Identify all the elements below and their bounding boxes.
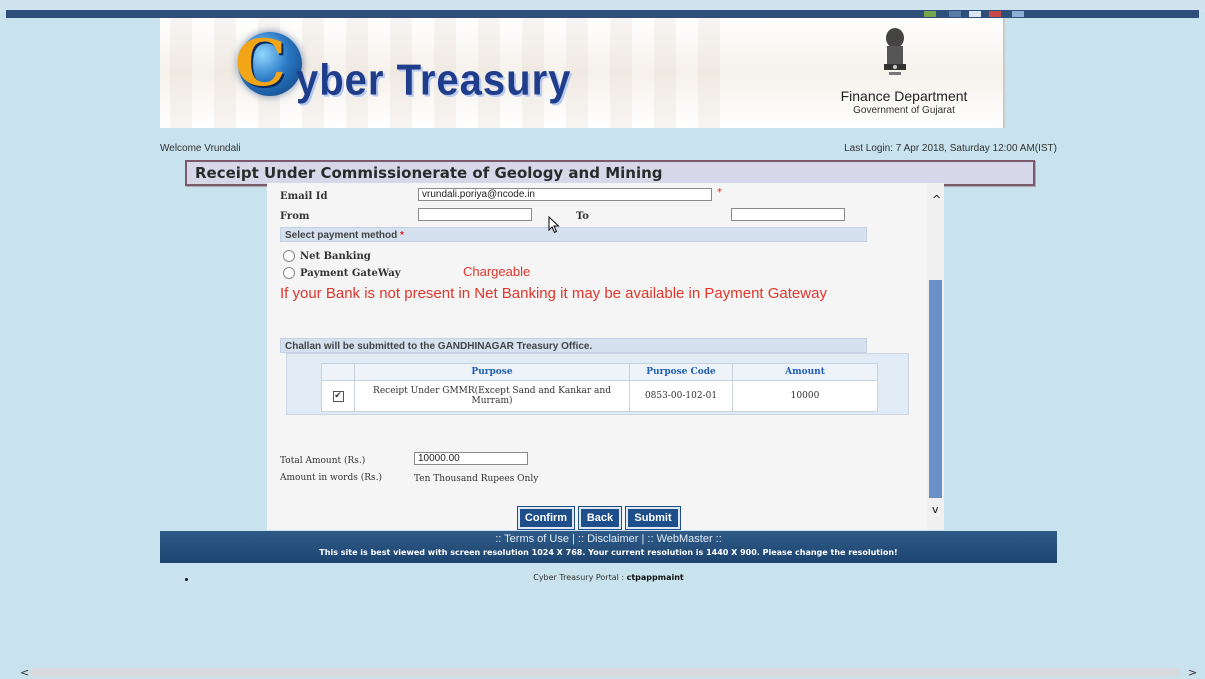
national-emblem-icon [884, 28, 906, 75]
payment-gateway-radio[interactable] [283, 267, 295, 279]
portal-server: ctpappmaint [626, 573, 684, 582]
amount-in-words-value: Ten Thousand Rupees Only [414, 474, 539, 484]
submit-button[interactable]: Submit [625, 506, 681, 530]
payment-gateway-label[interactable]: Payment GateWay [300, 268, 401, 279]
horizontal-scrollbar[interactable] [30, 668, 1180, 677]
select-column-header [321, 363, 355, 381]
site-title: yber Treasury [296, 55, 572, 105]
purpose-code-column-header: Purpose Code [629, 363, 733, 381]
purpose-code-cell: 0853-00-102-01 [629, 380, 733, 412]
mouse-cursor-icon [548, 216, 560, 234]
amount-cell: 10000 [732, 380, 878, 412]
amount-in-words-label: Amount in words (Rs.) [280, 473, 383, 483]
flag-icon [1012, 11, 1024, 17]
flag-icon [949, 11, 961, 17]
from-label: From [280, 211, 310, 222]
email-field[interactable] [418, 188, 712, 201]
row-checkbox[interactable]: ✔ [332, 390, 344, 402]
flag-icon [989, 11, 1001, 17]
footer: :: Terms of Use | :: Disclaimer | :: Web… [160, 531, 1057, 563]
page-title: Receipt Under Commissionerate of Geology… [195, 164, 663, 182]
session-bar: Welcome Vrundali Last Login: 7 Apr 2018,… [160, 143, 1057, 155]
total-amount-label: Total Amount (Rs.) [280, 456, 366, 466]
net-banking-label[interactable]: Net Banking [300, 251, 371, 262]
total-amount-field[interactable] [414, 452, 528, 465]
row-checkbox-cell: ✔ [321, 380, 355, 412]
resolution-note: This site is best viewed with screen res… [319, 548, 898, 557]
scroll-down-icon[interactable]: v [932, 503, 939, 516]
chargeable-note: Chargeable [463, 264, 531, 279]
email-label: Email Id [280, 191, 328, 202]
flag-icon [924, 11, 936, 17]
portal-info: Cyber Treasury Portal : ctpappmaint [160, 573, 1057, 582]
back-button[interactable]: Back [578, 506, 622, 530]
net-banking-radio[interactable] [283, 250, 295, 262]
bank-availability-message: If your Bank is not present in Net Banki… [280, 285, 827, 302]
footer-links[interactable]: :: Terms of Use | :: Disclaimer | :: Web… [160, 533, 1057, 545]
required-marker: * [717, 187, 722, 198]
vertical-scroll-thumb[interactable] [929, 280, 942, 498]
purpose-cell: Receipt Under GMMR(Except Sand and Kanka… [354, 380, 630, 412]
amount-column-header: Amount [732, 363, 878, 381]
government-name: Government of Gujarat [853, 105, 955, 116]
scroll-left-icon[interactable]: < [20, 666, 29, 679]
from-date-field[interactable] [418, 208, 532, 221]
required-marker: * [400, 230, 404, 241]
last-login-text: Last Login: 7 Apr 2018, Saturday 12:00 A… [844, 143, 1057, 154]
logo-initial: C [235, 26, 286, 101]
department-name: Finance Department [840, 88, 968, 104]
purpose-column-header: Purpose [354, 363, 630, 381]
welcome-text: Welcome Vrundali [160, 143, 241, 154]
to-date-field[interactable] [731, 208, 845, 221]
scroll-right-icon[interactable]: > [1188, 666, 1197, 679]
challan-note: Challan will be submitted to the GANDHIN… [280, 338, 867, 353]
purpose-table: Purpose Purpose Code Amount ✔ Receipt Un… [321, 363, 878, 412]
payment-method-header: Select payment method * [280, 227, 867, 242]
header-banner: C yber Treasury Finance Department Gover… [160, 18, 1005, 128]
confirm-button[interactable]: Confirm [517, 506, 575, 530]
to-label: To [576, 211, 589, 222]
scroll-up-icon[interactable]: ^ [932, 193, 941, 206]
flag-icon [969, 11, 981, 17]
portal-label: Cyber Treasury Portal : [533, 573, 627, 582]
payment-method-title: Select payment method [285, 230, 398, 241]
table-row: ✔ Receipt Under GMMR(Except Sand and Kan… [321, 380, 878, 412]
